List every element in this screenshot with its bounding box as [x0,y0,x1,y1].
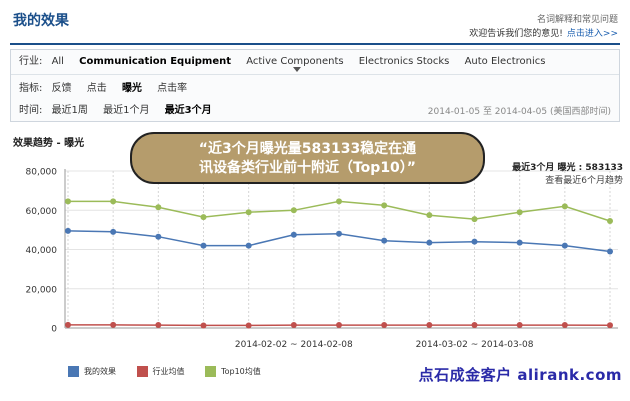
tooltip-value: 最近3个月 曝光 : 583133 [512,163,623,173]
chart-legend: 我的效果 行业均值 Top10均值 [68,366,279,377]
data-point [245,242,252,249]
legend-item-mine[interactable]: 我的效果 [68,366,116,377]
data-point [336,198,342,205]
data-point [607,218,613,225]
data-point [65,321,71,328]
data-point [471,322,478,329]
data-point [200,214,207,221]
data-point [426,212,433,219]
data-point [110,198,117,205]
data-point [200,322,207,329]
y-tick-label: 0 [51,325,57,335]
callout-banner: “近3个月曝光量583133稳定在通 讯设备类行业前十附近（Top10）” [130,132,485,184]
y-tick-label: 60,000 [26,207,58,217]
data-point [290,322,297,329]
data-point [516,239,523,246]
legend-item-industry[interactable]: 行业均值 [136,366,185,377]
data-point [516,209,523,216]
legend-label-top10: Top10均值 [221,367,261,376]
data-point [110,321,117,328]
data-point [65,198,71,205]
data-point [381,202,388,209]
data-point [381,322,388,329]
x-tick-label: 2014-03-02 ~ 2014-03-08 [416,340,534,350]
six-month-trend-link[interactable]: 查看最近6个月趋势 [512,175,623,188]
data-point [290,231,297,238]
trend-chart: 0 20,000 40,000 60,000 80,000 2014-02-02 ~ 20… [26,168,618,350]
data-point [200,242,207,249]
data-point [471,238,478,245]
data-point [110,228,117,235]
data-point [607,248,613,255]
callout-line-2: 讯设备类行业前十附近（Top10）” [198,160,416,176]
data-point [426,239,433,246]
legend-item-top10[interactable]: Top10均值 [205,366,261,377]
data-point [336,322,342,329]
data-point [290,207,297,214]
data-point [155,322,162,329]
x-tick-label: 2014-02-02 ~ 2014-02-08 [235,340,353,350]
legend-label-industry: 行业均值 [152,367,185,376]
data-point [245,209,252,216]
y-tick-label: 20,000 [26,285,58,295]
data-point [561,203,568,210]
data-point [381,237,388,244]
legend-swatch-mine [68,366,79,377]
y-tick-label: 40,000 [26,246,58,256]
legend-swatch-industry [136,366,148,377]
callout-line-1: “近3个月曝光量583133稳定在通 [198,141,417,157]
data-point [426,322,433,329]
summary-tooltip: 最近3个月 曝光 : 583133 查看最近6个月趋势 [512,162,623,188]
data-point [561,322,568,329]
legend-swatch-top10 [205,366,217,377]
legend-label-mine: 我的效果 [84,367,116,376]
data-point [516,322,523,329]
data-point [471,216,478,223]
data-point [336,230,342,237]
callout-text: “近3个月曝光量583133稳定在通 讯设备类行业前十附近（Top10）” [132,140,483,178]
data-point [561,242,568,249]
y-tick-label: 80,000 [26,168,58,178]
data-point [65,227,71,234]
data-point [155,233,162,240]
data-point [245,322,252,329]
data-point [155,204,162,211]
brand-watermark: 点石成金客户 alirank.com [418,366,622,384]
data-point [607,322,613,329]
